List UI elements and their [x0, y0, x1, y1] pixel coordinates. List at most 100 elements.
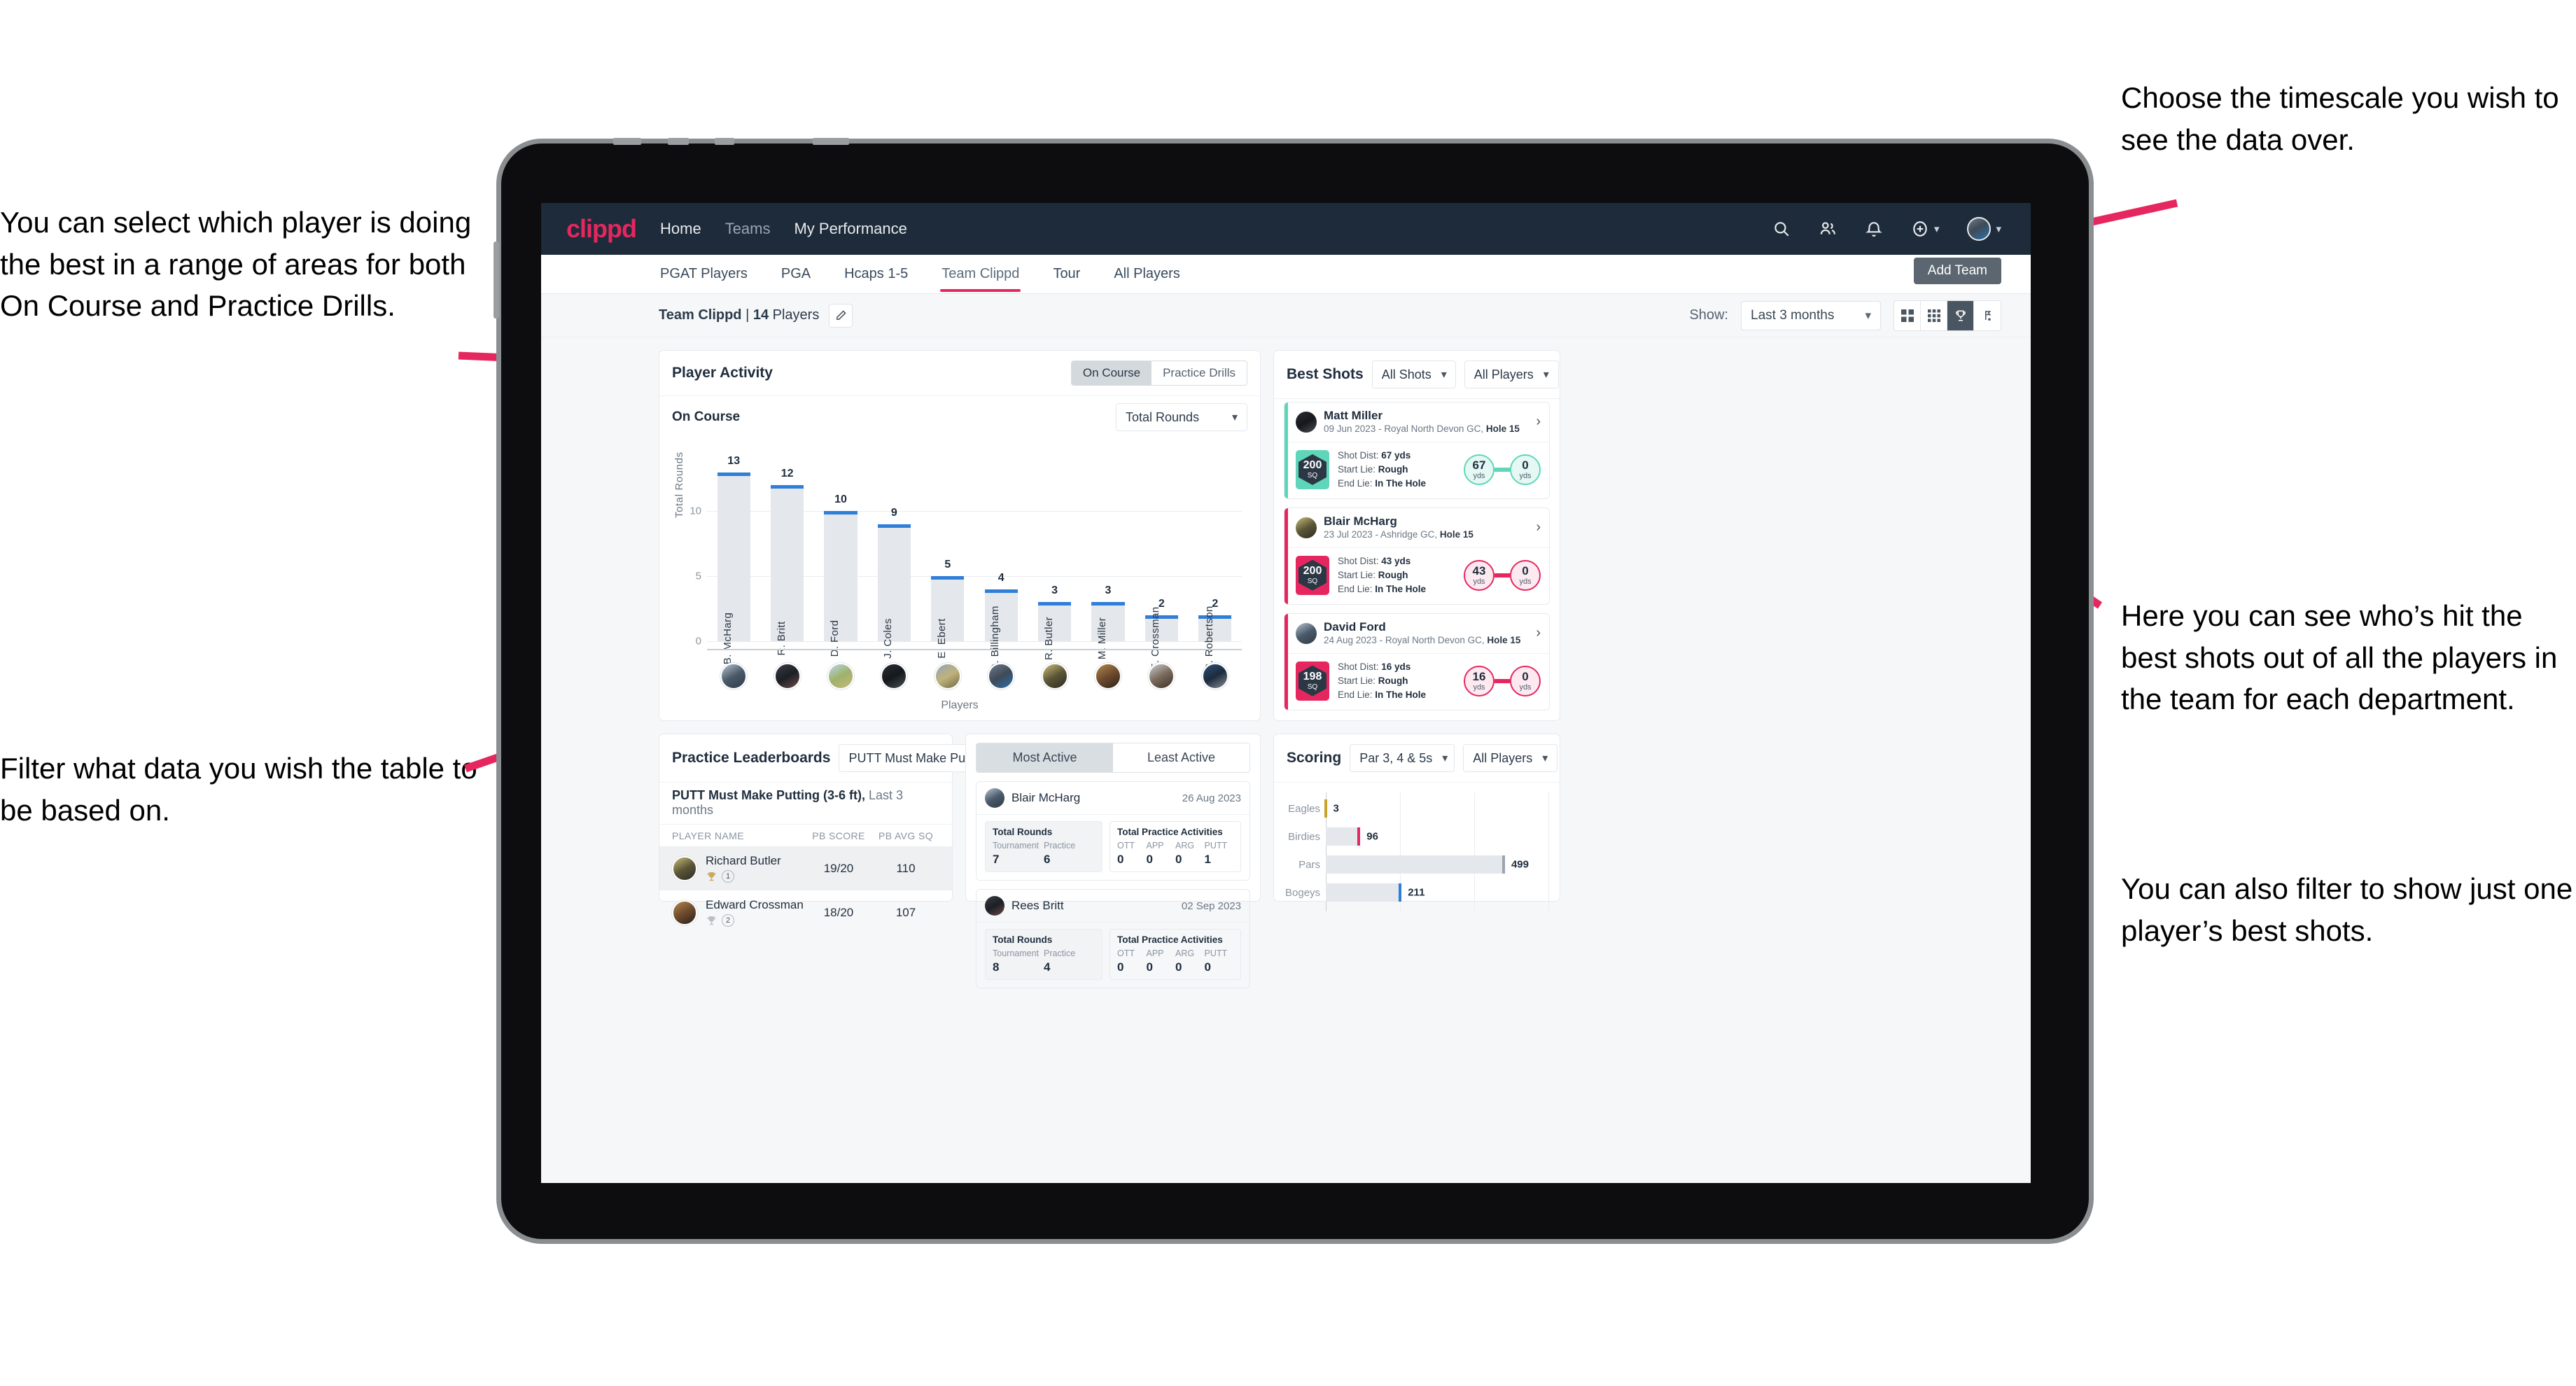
tab-hcaps-1-5[interactable]: Hcaps 1-5: [843, 256, 909, 292]
section-tabs: PGAT Players PGA Hcaps 1-5 Team Clippd T…: [541, 255, 2031, 294]
player-avatar[interactable]: [988, 663, 1015, 690]
scoring-bar-row[interactable]: Pars 499: [1285, 853, 1548, 876]
pb-score-value: 19/20: [823, 861, 854, 875]
segment-practice-drills[interactable]: Practice Drills: [1152, 361, 1247, 385]
tab-most-active[interactable]: Most Active: [976, 743, 1113, 772]
table-row[interactable]: Richard Butler 1 19/20 110: [659, 846, 952, 890]
player-name: Blair McHarg: [1324, 514, 1397, 528]
practice-leaderboards-header: Practice Leaderboards PUTT Must Make Put…: [659, 734, 1018, 782]
player-avatar[interactable]: [1041, 663, 1068, 690]
activity-card[interactable]: Blair McHarg 26 Aug 2023 Total Rounds Tourn…: [976, 781, 1250, 881]
player-avatar[interactable]: [827, 663, 854, 690]
bar[interactable]: 10 D. Ford: [824, 493, 858, 657]
chevron-down-icon: ▾: [1542, 752, 1548, 764]
chevron-down-icon: ▾: [1441, 369, 1447, 381]
player-avatar[interactable]: [881, 663, 908, 690]
player-name: Richard Butler: [706, 854, 781, 867]
scoring-bar-row[interactable]: Eagles 3: [1285, 797, 1548, 820]
top-nav-actions: ▾ ▾: [1772, 217, 2001, 241]
tab-all-players[interactable]: All Players: [1112, 256, 1181, 292]
drill-select[interactable]: PUTT Must Make Putting ... ▾: [839, 744, 1018, 772]
hexagon-icon: 200 SQ: [1298, 454, 1326, 485]
tab-tour[interactable]: Tour: [1051, 256, 1082, 292]
tab-pga[interactable]: PGA: [780, 256, 812, 292]
scoring-player-filter[interactable]: All Players ▾: [1463, 744, 1558, 772]
player-avatar[interactable]: [934, 663, 961, 690]
best-shot-card[interactable]: Matt Miller 09 Jun 2023 - Royal North Dev…: [1284, 402, 1550, 499]
player-avatar[interactable]: [720, 663, 748, 690]
bar[interactable]: 4 D. Billingham: [984, 572, 1018, 671]
view-golf-flag-button[interactable]: [1974, 301, 2001, 330]
leaderboard-table-header: PLAYER NAME PB SCORE PB AVG SQ: [659, 825, 952, 846]
bar[interactable]: 2 E. Crossman: [1144, 598, 1179, 671]
tablet-device-frame: clippd Home Teams My Performance ▾ ▾ PGA…: [493, 138, 2089, 1239]
end-lie-row: End Lie: In The Hole: [1338, 689, 1427, 700]
player-avatar[interactable]: [1148, 663, 1175, 690]
bar-category-label: E. Ebert: [935, 618, 948, 659]
nav-link-teams[interactable]: Teams: [725, 220, 771, 238]
bar-category-label: M. Miller: [1096, 617, 1108, 660]
bar-cap: [770, 485, 804, 489]
shot-card-header: Matt Miller 09 Jun 2023 - Royal North Dev…: [1284, 402, 1549, 442]
bell-icon[interactable]: [1865, 220, 1883, 238]
bar[interactable]: 13 B. McHarg: [717, 455, 750, 664]
player-avatar[interactable]: [1201, 663, 1228, 690]
player-avatar[interactable]: [774, 663, 801, 690]
player-name: David Ford: [1324, 620, 1386, 634]
table-row[interactable]: Edward Crossman 2 18/20 107: [659, 890, 952, 934]
bar[interactable]: 9 J. Coles: [877, 507, 911, 659]
tab-least-active[interactable]: Least Active: [1113, 743, 1250, 772]
player-activity-card: Player Activity On Course Practice Drill…: [659, 350, 1261, 721]
rounds-column: Practice 6: [1044, 841, 1076, 866]
timescale-select[interactable]: Last 3 months ▾: [1741, 300, 1881, 330]
scoring-title: Scoring: [1287, 750, 1342, 766]
clippd-logo[interactable]: clippd: [566, 214, 637, 244]
nav-link-my-performance[interactable]: My Performance: [794, 220, 906, 238]
best-shot-card[interactable]: Blair McHarg 23 Jul 2023 - Ashridge GC, H…: [1284, 507, 1550, 605]
bar[interactable]: 12 R. Britt: [770, 468, 804, 656]
scoring-bar-row[interactable]: Bogeys 211: [1285, 881, 1548, 904]
activity-date: 26 Aug 2023: [1182, 792, 1241, 804]
bar[interactable]: 2 C. Robertson: [1198, 598, 1232, 671]
chevron-right-icon[interactable]: ›: [1530, 625, 1541, 641]
tab-team-clippd[interactable]: Team Clippd: [940, 256, 1021, 292]
rank-badge: 2: [722, 914, 734, 927]
view-grid-9-button[interactable]: [1921, 300, 1947, 330]
end-distance: 0 yds: [1510, 454, 1541, 485]
bar[interactable]: 3 M. Miller: [1091, 584, 1125, 659]
people-icon[interactable]: [1819, 220, 1837, 238]
plus-circle-icon[interactable]: ▾: [1911, 220, 1939, 238]
player-name: Rees Britt: [1011, 899, 1064, 912]
best-shots-player-filter[interactable]: All Players ▾: [1464, 360, 1559, 388]
view-trophy-button[interactable]: [1947, 300, 1974, 330]
player-avatar[interactable]: [1094, 663, 1121, 690]
segment-on-course[interactable]: On Course: [1071, 361, 1152, 385]
chevron-down-icon: ▾: [1543, 369, 1549, 381]
practice-leaderboards-title: Practice Leaderboards: [672, 750, 831, 766]
scoring-header: Scoring Par 3, 4 & 5s ▾ All Players ▾: [1274, 734, 1560, 782]
scoring-par-filter[interactable]: Par 3, 4 & 5s ▾: [1350, 744, 1455, 772]
shot-distance-row: Shot Dist: 16 yds: [1338, 661, 1411, 672]
add-team-tooltip[interactable]: Add Team: [1913, 258, 2001, 284]
chevron-right-icon[interactable]: ›: [1530, 414, 1541, 430]
scoring-player-filter-value: All Players: [1473, 750, 1533, 765]
view-grid-4-button[interactable]: [1894, 300, 1921, 330]
avatar[interactable]: ▾: [1967, 217, 2001, 241]
bar-value-label: 3: [1105, 584, 1112, 597]
bar[interactable]: 3 R. Butler: [1037, 584, 1072, 660]
trophy-icon: [707, 872, 716, 881]
edit-team-button[interactable]: [829, 303, 853, 328]
bar[interactable]: 5 E. Ebert: [931, 559, 965, 659]
tab-pgat-players[interactable]: PGAT Players: [659, 256, 749, 292]
chevron-right-icon[interactable]: ›: [1530, 519, 1541, 536]
nav-link-home[interactable]: Home: [660, 220, 701, 238]
bar-value-label: 3: [1051, 584, 1058, 597]
scoring-bar-row[interactable]: Birdies 96: [1285, 825, 1548, 848]
activity-card[interactable]: Rees Britt 02 Sep 2023 Total Rounds Tournam…: [976, 889, 1250, 988]
search-icon[interactable]: [1772, 220, 1791, 238]
rank-badge: 1: [722, 870, 734, 883]
start-distance: 67 yds: [1464, 454, 1494, 485]
metric-select[interactable]: Total Rounds ▾: [1116, 403, 1247, 431]
best-shot-card[interactable]: David Ford 24 Aug 2023 - Royal North Devo…: [1284, 612, 1550, 710]
best-shots-shot-filter[interactable]: All Shots ▾: [1371, 360, 1456, 388]
